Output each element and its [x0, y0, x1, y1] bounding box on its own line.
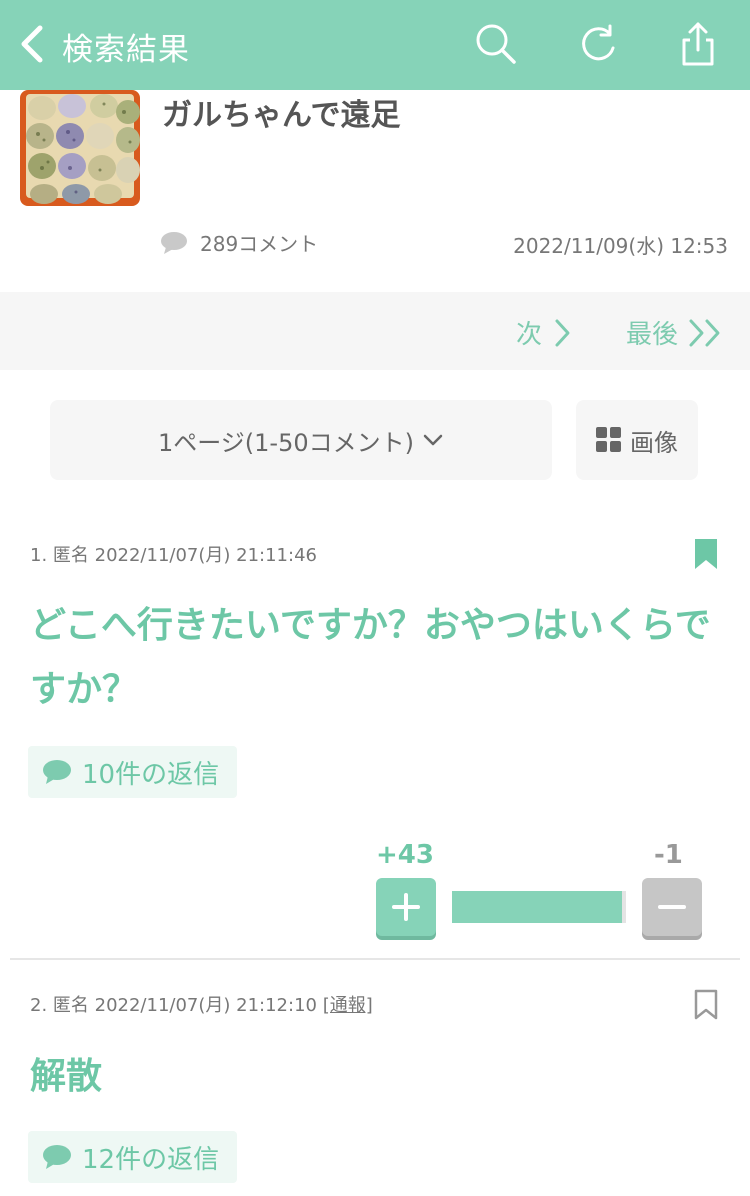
share-button[interactable] [674, 20, 722, 68]
comment-meta: 1. 匿名 2022/11/07(月) 21:11:46 [30, 545, 317, 566]
replies-button[interactable]: 10件の返信 [28, 746, 238, 798]
plus-vote-count: +43 [376, 840, 434, 870]
topic-comment-count: 289コメント [160, 228, 318, 257]
next-label: 次 [516, 320, 543, 350]
image-button-label: 画像 [630, 428, 678, 457]
search-button[interactable] [472, 20, 520, 68]
comment-meta-text: 2. 匿名 2022/11/07(月) 21:12:10 [30, 995, 317, 1016]
onigiri-photo [20, 90, 140, 206]
comment-body: どこへ行きたいですか？おやつはいくらですか？ [30, 605, 711, 710]
search-icon [476, 24, 516, 64]
grid-icon [596, 427, 621, 452]
bookmark-outline-icon [694, 989, 718, 1020]
bookmark-button[interactable] [694, 989, 718, 1021]
bookmark-button[interactable] [694, 538, 718, 570]
vote-ratio-fill [452, 891, 622, 923]
double-chevron-right-icon [689, 319, 720, 346]
topic-title[interactable]: ガルちゃんで遠足 [162, 90, 401, 134]
image-view-button[interactable]: 画像 [576, 400, 698, 480]
replies-label: 10件の返信 [82, 759, 220, 790]
comment-meta: 2. 匿名 2022/11/07(月) 21:12:10 [通報] [30, 991, 373, 1017]
speech-bubble-icon [43, 1145, 71, 1169]
plus-icon [392, 893, 420, 921]
report-link[interactable]: [通報] [323, 995, 373, 1016]
page-title: 検索結果 [62, 32, 190, 68]
replies-button[interactable]: 12件の返信 [28, 1131, 238, 1183]
vote-ratio-bar [452, 891, 626, 923]
top-bar: 検索結果 [0, 0, 750, 90]
page-select-dropdown[interactable]: 1ページ(1-50コメント) [50, 400, 552, 480]
reload-button[interactable] [574, 20, 622, 68]
topic-date: 2022/11/09(水) 12:53 [513, 234, 728, 258]
last-page-link[interactable]: 最後 [626, 314, 724, 351]
chevron-left-icon [21, 25, 43, 63]
plus-vote-button[interactable] [376, 878, 436, 936]
last-label: 最後 [626, 320, 679, 350]
minus-vote-count: -1 [654, 840, 683, 870]
back-button[interactable] [14, 22, 54, 66]
pager: 次 最後 [0, 292, 750, 370]
replies-label: 12件の返信 [82, 1144, 220, 1175]
comment-count-label: 289コメント [200, 232, 319, 256]
next-page-link[interactable]: 次 [516, 314, 572, 351]
minus-vote-button[interactable] [642, 878, 702, 936]
comment-divider [10, 958, 740, 960]
speech-bubble-icon [43, 760, 71, 784]
minus-icon [658, 905, 686, 909]
page-select-label: 1ページ(1-50コメント) [158, 428, 414, 457]
topic-thumbnail[interactable] [20, 90, 140, 206]
share-icon [682, 22, 714, 66]
chevron-down-icon [423, 434, 443, 446]
reload-icon [582, 24, 615, 61]
bookmark-filled-icon [695, 539, 717, 569]
chevron-right-icon [555, 319, 570, 346]
speech-bubble-icon [161, 231, 187, 254]
comment-body: 解散 [30, 1056, 103, 1097]
